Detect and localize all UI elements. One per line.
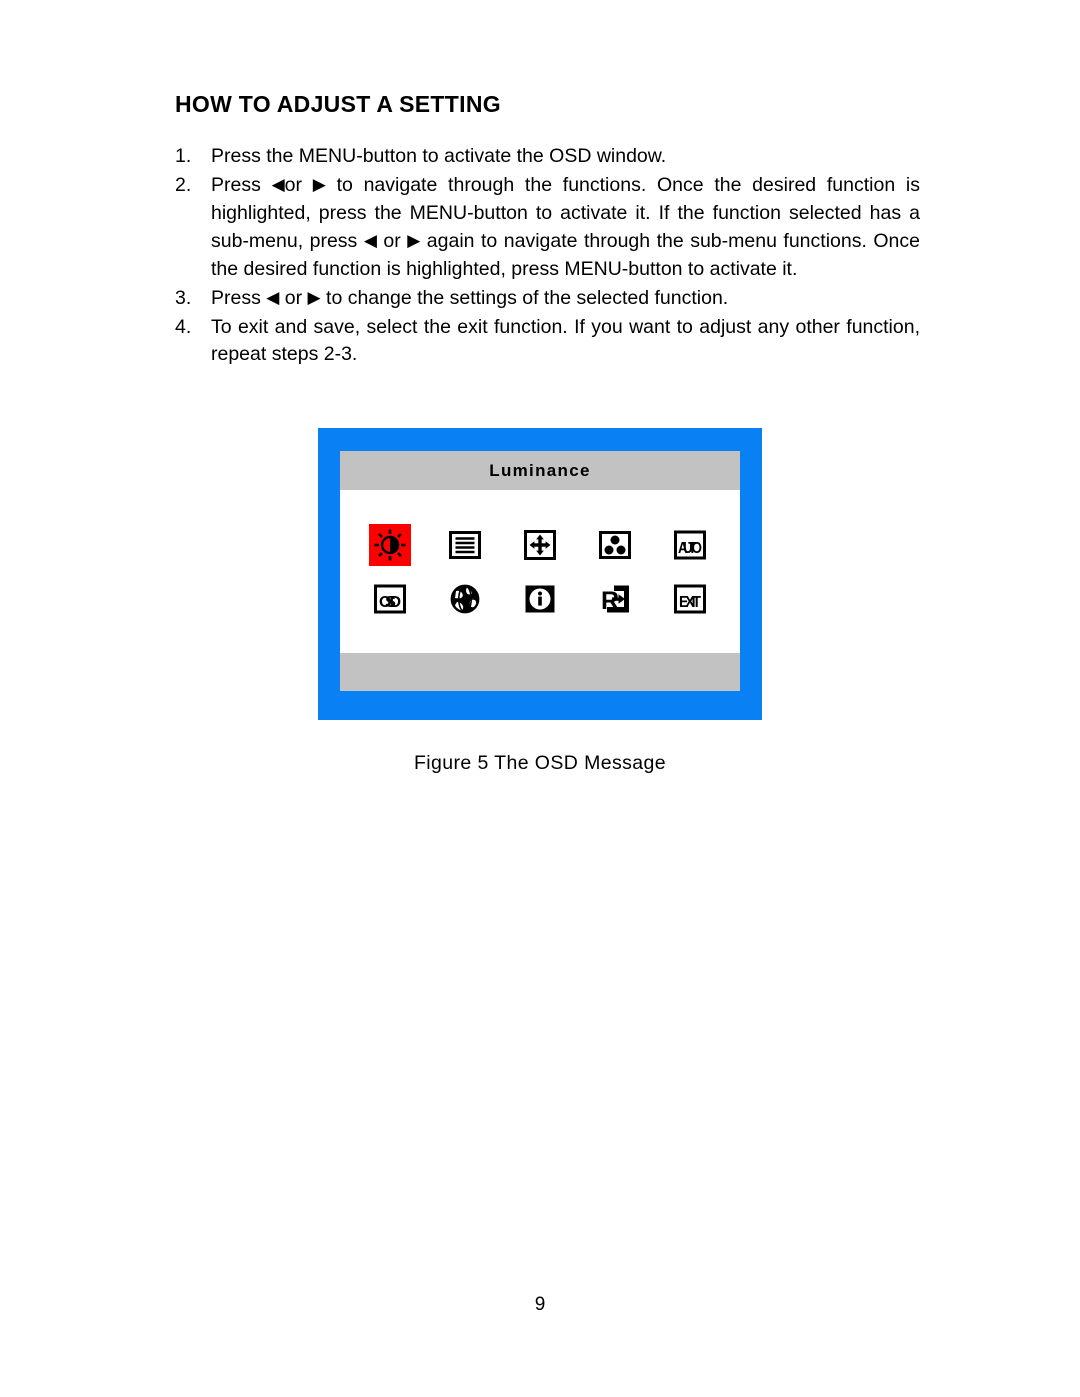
step-text-run: or <box>279 286 308 309</box>
osd-footer-bar <box>340 653 740 691</box>
language-globe-icon[interactable] <box>444 578 486 620</box>
step-number: 4. <box>175 315 192 338</box>
step-number: 2. <box>175 174 192 197</box>
left-arrow-icon: ◀ <box>363 230 377 250</box>
step-text-run: Press the MENU-button to activate the OS… <box>211 145 667 168</box>
figure-block: Luminance AUTO OSD R EXIT Figure 5 The O… <box>0 428 1080 775</box>
osd-setup-icon[interactable]: OSD <box>369 578 411 620</box>
color-temp-icon[interactable] <box>594 524 636 566</box>
step-text-run: to change the settings of the selected f… <box>320 286 729 309</box>
position-icon[interactable] <box>519 524 561 566</box>
osd-window: Luminance AUTO OSD R EXIT <box>318 428 762 720</box>
step-text-run: To exit and save, select the exit functi… <box>211 315 920 366</box>
instruction-step: 3. Press ◀ or ▶ to change the settings of… <box>175 285 920 313</box>
instruction-step: 2. Press ◀or ▶ to navigate through the fu… <box>175 172 920 284</box>
instruction-steps-list: 1. Press the MENU-button to activate the … <box>175 143 920 369</box>
luminance-icon[interactable] <box>369 523 411 566</box>
step-text-run: Press <box>211 174 272 197</box>
figure-caption: Figure 5 The OSD Message <box>413 752 667 774</box>
right-arrow-icon: ▶ <box>312 175 326 195</box>
right-arrow-icon: ▶ <box>307 287 321 307</box>
instruction-step: 4. To exit and save, select the exit func… <box>175 314 920 370</box>
right-arrow-icon: ▶ <box>407 230 421 250</box>
step-number: 1. <box>175 145 192 168</box>
step-text: Press the MENU-button to activate the OS… <box>211 143 920 171</box>
osd-icon-grid: AUTO OSD R EXIT <box>340 490 740 653</box>
page-content: HOW TO ADJUST A SETTING 1. Press the MENU… <box>175 91 920 370</box>
osd-icon-row-1: AUTO <box>340 523 740 566</box>
left-arrow-icon: ◀ <box>266 287 280 307</box>
document-page: HOW TO ADJUST A SETTING 1. Press the MENU… <box>0 0 1080 1397</box>
exit-icon[interactable]: EXIT <box>669 578 711 620</box>
instruction-step: 1. Press the MENU-button to activate the … <box>175 143 920 171</box>
left-arrow-icon: ◀ <box>271 175 285 195</box>
information-icon[interactable] <box>519 578 561 620</box>
image-setup-icon[interactable] <box>444 524 486 566</box>
svg-text:R: R <box>601 587 619 615</box>
step-number: 3. <box>175 286 192 309</box>
step-text-run: or <box>284 174 313 197</box>
auto-icon[interactable]: AUTO <box>669 524 711 566</box>
osd-panel: Luminance AUTO OSD R EXIT <box>340 451 740 691</box>
step-text: Press ◀ or ▶ to change the settings of t… <box>211 285 920 313</box>
osd-icon-row-2: OSD R EXIT <box>340 578 740 620</box>
svg-text:OSD: OSD <box>379 594 401 611</box>
step-text: Press ◀or ▶ to navigate through the func… <box>211 172 920 284</box>
step-text-run: Press <box>211 286 267 309</box>
step-text: To exit and save, select the exit functi… <box>211 314 920 370</box>
svg-text:EXIT: EXIT <box>679 593 702 611</box>
osd-title-bar: Luminance <box>340 451 740 490</box>
svg-text:AUTO: AUTO <box>678 540 702 557</box>
reset-icon[interactable]: R <box>594 578 636 620</box>
osd-title-label: Luminance <box>489 460 591 480</box>
page-number: 9 <box>534 1294 546 1315</box>
page-title: HOW TO ADJUST A SETTING <box>175 91 501 117</box>
step-text-run: or <box>376 229 408 252</box>
